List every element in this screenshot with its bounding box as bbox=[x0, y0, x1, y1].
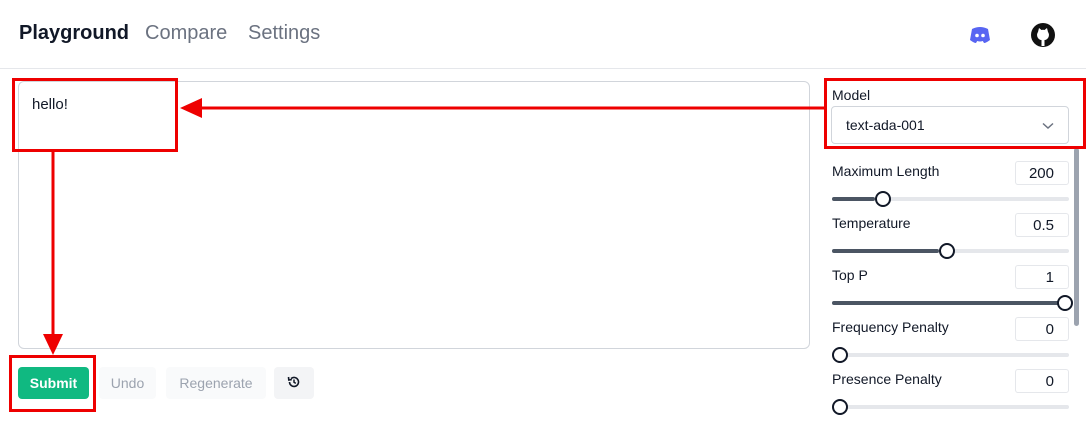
slider-thumb[interactable] bbox=[1057, 295, 1073, 311]
slider-thumb[interactable] bbox=[832, 399, 848, 415]
tab-settings[interactable]: Settings bbox=[248, 22, 320, 45]
slider-thumb[interactable] bbox=[874, 191, 891, 207]
slider-thumb[interactable] bbox=[938, 243, 955, 259]
top-p-label: Top P bbox=[832, 267, 868, 283]
max-length-label: Maximum Length bbox=[832, 163, 940, 179]
discord-icon[interactable] bbox=[967, 22, 993, 48]
presence-penalty-label: Presence Penalty bbox=[832, 371, 942, 387]
frequency-penalty-label: Frequency Penalty bbox=[832, 319, 949, 335]
sidebar-scrollbar[interactable] bbox=[1074, 148, 1079, 326]
temperature-input[interactable]: 0.5 bbox=[1015, 213, 1069, 237]
annotation-box-submit bbox=[9, 355, 96, 412]
frequency-penalty-slider[interactable] bbox=[832, 347, 1069, 363]
annotation-box-model bbox=[824, 78, 1086, 149]
temperature-label: Temperature bbox=[832, 215, 911, 231]
frequency-penalty-input[interactable]: 0 bbox=[1015, 317, 1069, 341]
max-length-input[interactable]: 200 bbox=[1015, 161, 1069, 185]
undo-button[interactable]: Undo bbox=[99, 367, 156, 399]
github-icon[interactable] bbox=[1030, 22, 1056, 48]
max-length-slider[interactable] bbox=[832, 191, 1069, 207]
top-p-slider[interactable] bbox=[832, 295, 1073, 311]
presence-penalty-slider[interactable] bbox=[832, 399, 1069, 415]
tab-playground[interactable]: Playground bbox=[19, 22, 129, 45]
presence-penalty-input[interactable]: 0 bbox=[1015, 369, 1069, 393]
top-p-input[interactable]: 1 bbox=[1015, 265, 1069, 289]
history-icon bbox=[287, 375, 301, 392]
history-button[interactable] bbox=[274, 367, 314, 399]
regenerate-button[interactable]: Regenerate bbox=[166, 367, 266, 399]
annotation-box-prompt bbox=[12, 78, 178, 152]
top-nav: Playground Compare Settings bbox=[0, 0, 1086, 69]
temperature-slider[interactable] bbox=[832, 243, 1069, 259]
slider-thumb[interactable] bbox=[832, 347, 848, 363]
tab-compare[interactable]: Compare bbox=[145, 22, 227, 45]
